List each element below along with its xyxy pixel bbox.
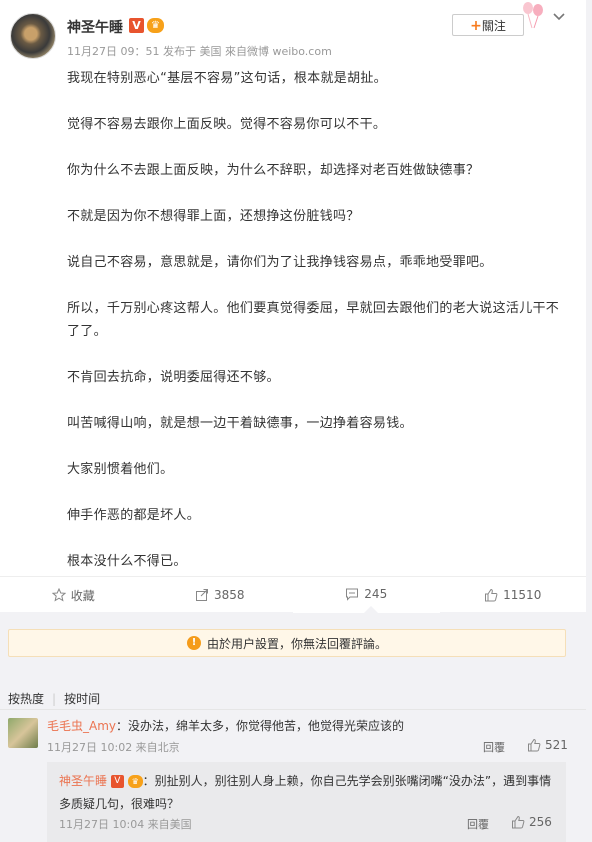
commenter-name[interactable]: 毛毛虫_Amy [47, 719, 116, 733]
post-meta: 11月27日 09：51 发布于 美国 來自微博 weibo.com [67, 45, 332, 58]
post-paragraph: 说自己不容易，意思就是，请你们为了让我挣钱容易点，乖乖地受罪吧。 [67, 255, 493, 270]
post-paragraph: 所以，千万别心疼这帮人。他们要真觉得委屈，早就回去跟他们的老大说这活儿干不了了。 [67, 301, 560, 339]
comment-count: 245 [364, 587, 388, 601]
thumbs-up-icon [485, 588, 498, 602]
reply-restricted-notice: ! 由於用户設置，你無法回覆評論。 [8, 629, 566, 657]
comment-like-button[interactable]: 521 [527, 738, 568, 752]
tab-sort-hot[interactable]: 按热度 [8, 692, 44, 706]
verified-badge-icon: V [110, 775, 124, 788]
comment-meta: 11月27日 10:02 来自北京 [47, 741, 180, 754]
verified-badge-icon: V [129, 18, 144, 33]
post-body: 我现在特别恶心“基层不容易”这句话，根本就是胡扯。 觉得不容易去跟你上面反映。觉… [67, 67, 567, 596]
tab-sort-time[interactable]: 按时间 [64, 692, 100, 706]
comment-text: ：没办法，绵羊太多，你觉得他苦，他觉得光荣应该的 [116, 719, 405, 733]
follow-button[interactable]: +關注 [452, 14, 524, 36]
like-button[interactable]: 11510 [440, 577, 587, 613]
post-paragraph: 不就是因为你不想得罪上面，还想挣这份脏钱吗？ [67, 209, 360, 224]
share-icon [195, 589, 208, 601]
post-paragraph: 叫苦喊得山响，就是想一边干着缺德事，一边挣着容易钱。 [67, 416, 413, 431]
author-avatar[interactable] [10, 13, 56, 59]
post-paragraph: 你为什么不去跟上面反映，为什么不辞职，却选择对老百姓做缺德事？ [67, 163, 480, 178]
repost-button[interactable]: 3858 [147, 577, 294, 613]
post-paragraph: 不肯回去抗命，说明委屈得还不够。 [67, 370, 280, 385]
reply-reply-button[interactable]: 回覆 [467, 816, 489, 832]
follow-label: 關注 [481, 19, 506, 33]
reply-meta: 11月27日 10:04 来自美国 [59, 818, 192, 831]
comment-icon [346, 588, 359, 601]
thumbs-up-icon [528, 738, 541, 752]
plus-icon: + [470, 18, 482, 34]
commenter-avatar[interactable] [8, 718, 38, 748]
post-paragraph: 大家别惯着他们。 [67, 462, 174, 477]
post-paragraph: 根本没什么不得已。 [67, 554, 187, 569]
favorite-button[interactable]: 收藏 [0, 577, 147, 613]
comment-reply-button[interactable]: 回覆 [483, 739, 505, 755]
star-icon [51, 588, 66, 602]
vip-crown-icon: ♛ [147, 18, 164, 33]
comment-sort-tabs: 按热度 | 按时间 [8, 690, 108, 707]
comment-section-pointer [364, 606, 378, 613]
post-paragraph: 我现在特别恶心“基层不容易”这句话，根本就是胡扯。 [67, 71, 387, 86]
tab-divider: | [52, 692, 57, 706]
notice-text: 由於用户設置，你無法回覆評論。 [206, 636, 387, 651]
post-paragraph: 觉得不容易去跟你上面反映。觉得不容易你可以不干。 [67, 117, 387, 132]
reply-author-name[interactable]: 神圣午睡 [59, 774, 107, 788]
action-bar: 收藏 3858 245 11510 [0, 576, 586, 613]
reply-content: 神圣午睡 V ♛ ：别扯别人，别往别人身上赖，你自己先学会别张嘴闭嘴“没办法”，遇… [59, 770, 559, 816]
favorite-label: 收藏 [70, 588, 95, 603]
author-name[interactable]: 神圣午睡 [67, 17, 123, 37]
vip-crown-icon: ♛ [127, 775, 143, 788]
repost-count: 3858 [213, 588, 245, 602]
reply-like-button[interactable]: 256 [511, 815, 552, 829]
comment-content: 毛毛虫_Amy：没办法，绵羊太多，你觉得他苦，他觉得光荣应该的 [47, 717, 404, 734]
balloons-icon [523, 2, 543, 29]
reply-like-count: 256 [529, 815, 552, 829]
warning-icon: ! [186, 636, 201, 650]
post-paragraph: 伸手作恶的都是坏人。 [67, 508, 201, 523]
comment-like-count: 521 [545, 738, 568, 752]
like-count: 11510 [503, 588, 542, 602]
weibo-post-card: 神圣午睡 V ♛ 11月27日 09：51 发布于 美国 來自微博 weibo.… [0, 0, 586, 613]
thumbs-up-icon [512, 815, 525, 829]
divider [0, 709, 586, 710]
chevron-down-icon[interactable] [552, 10, 566, 24]
